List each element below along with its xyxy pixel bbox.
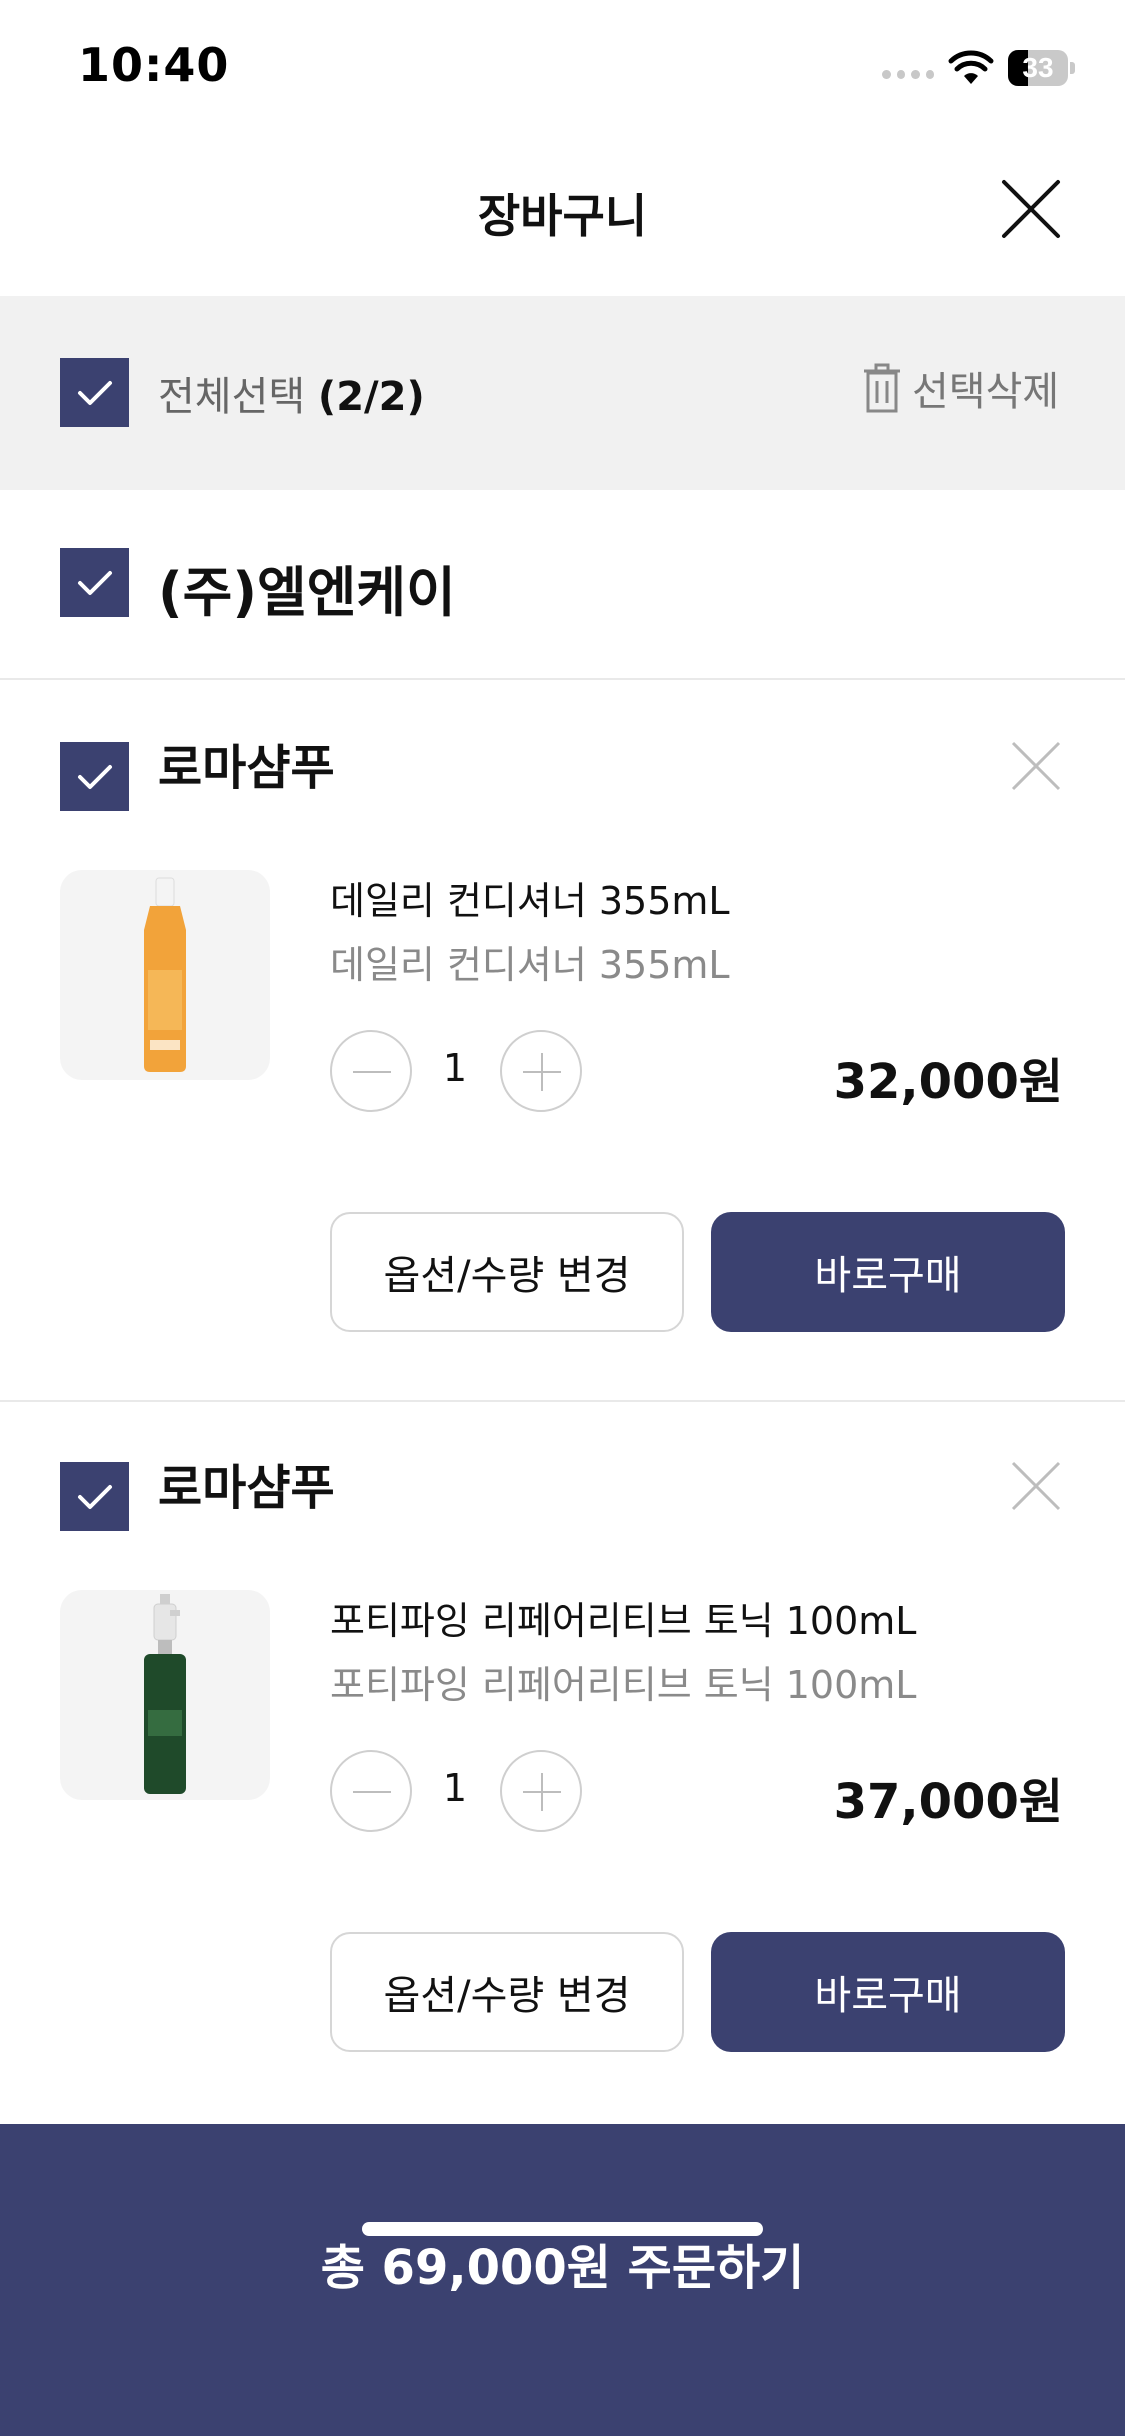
select-all-label: 전체선택 (2/2): [158, 364, 425, 422]
minus-icon: [353, 1071, 391, 1073]
page-title: 장바구니: [477, 189, 648, 243]
change-option-button[interactable]: 옵션/수량 변경: [330, 1212, 684, 1332]
select-all-bar: 전체선택 (2/2) 선택삭제: [0, 296, 1125, 490]
increase-quantity-button[interactable]: [500, 1030, 582, 1112]
decrease-quantity-button[interactable]: [330, 1750, 412, 1832]
store-row: (주)엘엔케이: [0, 490, 1125, 680]
check-icon: [77, 764, 112, 789]
item-price: 32,000원: [833, 1054, 1063, 1110]
minus-icon: [353, 1791, 391, 1793]
product-option: 데일리 컨디셔너 355mL: [330, 943, 730, 987]
item-brand: 로마샴푸: [158, 740, 335, 796]
cellular-signal-icon: [882, 70, 934, 82]
plus-icon: [541, 1773, 543, 1811]
wifi-icon: [948, 50, 994, 84]
buy-now-button[interactable]: 바로구매: [711, 1212, 1065, 1332]
product-name[interactable]: 데일리 컨디셔너 355mL: [330, 870, 730, 925]
order-button-label: 총 69,000원 주문하기: [320, 2240, 805, 2296]
check-icon: [77, 1484, 112, 1509]
product-name[interactable]: 포티파잉 리페어리티브 토닉 100mL: [330, 1590, 916, 1645]
cart-item: 로마샴푸 데일리 컨디셔너 355mL 데일리 컨디셔너 355mL 1 32,…: [0, 680, 1125, 1400]
header: 장바구니: [0, 140, 1125, 296]
trash-icon: [864, 363, 900, 413]
buy-now-button[interactable]: 바로구매: [711, 1932, 1065, 2052]
remove-item-icon[interactable]: [1010, 740, 1062, 792]
select-all-count: (2/2): [317, 374, 425, 420]
item-checkbox[interactable]: [60, 1462, 129, 1531]
store-name: (주)엘엔케이: [158, 561, 456, 624]
product-thumbnail[interactable]: [60, 870, 270, 1080]
remove-item-icon[interactable]: [1010, 1460, 1062, 1512]
item-checkbox[interactable]: [60, 742, 129, 811]
increase-quantity-button[interactable]: [500, 1750, 582, 1832]
status-time: 10:40: [78, 38, 230, 92]
delete-selected-label: 선택삭제: [912, 369, 1060, 415]
item-brand: 로마샴푸: [158, 1460, 335, 1516]
tonic-spray-bottle-image: [144, 1594, 186, 1794]
close-icon[interactable]: [998, 176, 1064, 242]
home-indicator: [362, 2222, 763, 2236]
conditioner-bottle-image: [144, 877, 186, 1072]
check-icon: [77, 570, 112, 595]
item-price: 37,000원: [833, 1774, 1063, 1830]
quantity-value: 1: [442, 1766, 468, 1810]
select-all-text: 전체선택: [158, 374, 306, 420]
quantity-value: 1: [442, 1046, 468, 1090]
change-option-button[interactable]: 옵션/수량 변경: [330, 1932, 684, 2052]
decrease-quantity-button[interactable]: [330, 1030, 412, 1112]
plus-icon: [541, 1053, 543, 1091]
store-checkbox[interactable]: [60, 548, 129, 617]
cart-screen: 10:40 33 장바구니 전체선택 (2/2) 선택삭제 (주)엘엔케이 로마…: [0, 0, 1125, 2436]
battery-icon: 33: [1008, 50, 1075, 86]
check-icon: [77, 380, 112, 405]
cart-item: 로마샴푸 포티파잉 리페어리티브 토닉 100mL 포티파잉 리페어리티브 토닉…: [0, 1400, 1125, 2120]
select-all-checkbox[interactable]: [60, 358, 129, 427]
delete-selected-button[interactable]: 선택삭제: [862, 358, 1059, 418]
order-button[interactable]: 총 69,000원 주문하기: [0, 2124, 1125, 2436]
battery-percent: 33: [1022, 52, 1054, 83]
status-bar: 10:40 33: [0, 0, 1125, 140]
product-thumbnail[interactable]: [60, 1590, 270, 1800]
product-option: 포티파잉 리페어리티브 토닉 100mL: [330, 1663, 917, 1707]
